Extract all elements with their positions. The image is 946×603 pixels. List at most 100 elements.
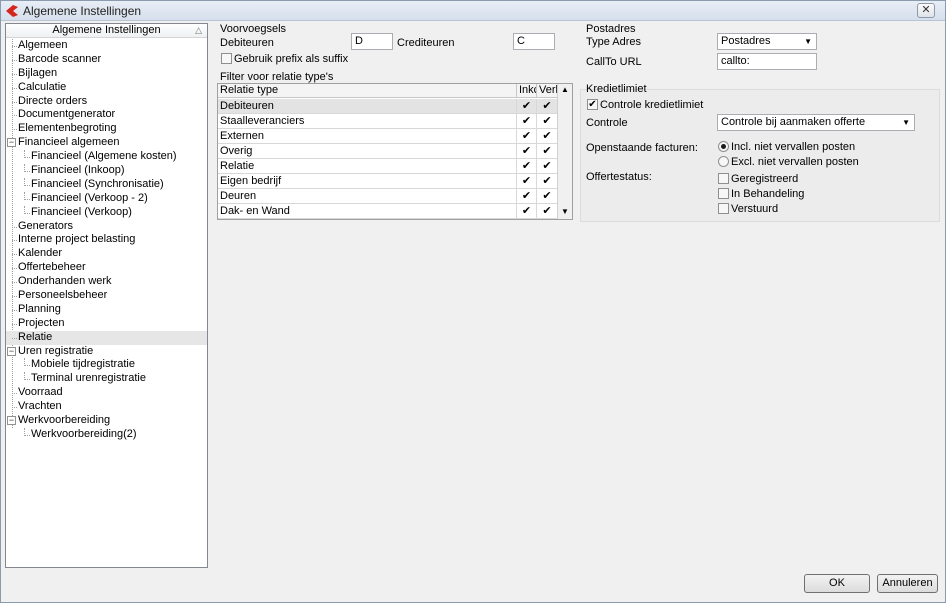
- type-adres-select[interactable]: Postadres ▼: [717, 33, 817, 50]
- collapse-icon[interactable]: −: [7, 346, 16, 356]
- status-in-behandeling-checkbox[interactable]: [718, 188, 729, 199]
- column-verkoop[interactable]: Verk: [537, 84, 558, 98]
- relatie-type-grid[interactable]: Relatie type Inkc Verk Debiteuren✔✔Staal…: [217, 83, 573, 220]
- tree-connector: [12, 129, 17, 131]
- tree-connector: [12, 393, 17, 395]
- offertestatus-label: Offertestatus:: [586, 171, 652, 183]
- tree-item[interactable]: Offertebeheer: [6, 261, 207, 275]
- tree-item[interactable]: Onderhanden werk: [6, 275, 207, 289]
- verkoop-check-icon[interactable]: ✔: [537, 99, 558, 114]
- controle-value: Controle bij aanmaken offerte: [721, 116, 866, 128]
- inkoop-check-icon[interactable]: ✔: [517, 204, 537, 219]
- tree-item[interactable]: Planning: [6, 303, 207, 317]
- verkoop-check-icon[interactable]: ✔: [537, 129, 558, 144]
- tree-item[interactable]: Projecten: [6, 317, 207, 331]
- tree-item-label: Financieel algemeen: [18, 136, 120, 149]
- verkoop-check-icon[interactable]: ✔: [537, 189, 558, 204]
- tree-item[interactable]: Financieel (Verkoop - 2): [6, 191, 207, 206]
- callto-url-input[interactable]: callto:: [717, 53, 817, 70]
- inkoop-check-icon[interactable]: ✔: [517, 129, 537, 144]
- table-row[interactable]: Deuren ✔ ✔: [218, 189, 558, 204]
- radio-incl-niet-vervallen[interactable]: [718, 141, 729, 152]
- verkoop-check-icon[interactable]: ✔: [537, 174, 558, 189]
- close-button[interactable]: ✕: [917, 3, 935, 18]
- inkoop-check-icon[interactable]: ✔: [517, 99, 537, 114]
- tree-connector: [12, 46, 17, 47]
- crediteuren-label: Crediteuren: [397, 37, 455, 49]
- table-row[interactable]: Staalleveranciers ✔ ✔: [218, 114, 558, 129]
- tree-item[interactable]: Directe orders: [6, 95, 207, 109]
- tree-item[interactable]: Kalender: [6, 247, 207, 261]
- tree-item[interactable]: Financieel (Algemene kosten): [6, 150, 207, 164]
- tree-item[interactable]: Calculatie: [6, 81, 207, 95]
- ok-button[interactable]: OK: [804, 574, 870, 593]
- suffix-checkbox[interactable]: [221, 53, 232, 64]
- table-row[interactable]: Debiteuren ✔ ✔: [218, 99, 558, 114]
- scroll-up-icon[interactable]: ▲: [558, 84, 572, 97]
- tree-item[interactable]: Barcode scanner: [6, 53, 207, 67]
- tree-connector: [24, 427, 25, 436]
- radio-excl-niet-vervallen[interactable]: [718, 156, 729, 167]
- debiteuren-prefix-input[interactable]: D: [351, 33, 393, 50]
- tree-item[interactable]: Bijlagen: [6, 67, 207, 81]
- verkoop-check-icon[interactable]: ✔: [537, 114, 558, 129]
- grid-scrollbar[interactable]: ▲ ▼: [557, 84, 572, 219]
- verkoop-check-icon[interactable]: ✔: [537, 144, 558, 159]
- tree-item[interactable]: − Financieel algemeen: [6, 136, 207, 150]
- filter-group-title: Filter voor relatie type's: [220, 71, 334, 83]
- collapse-icon[interactable]: −: [7, 416, 16, 426]
- inkoop-check-icon[interactable]: ✔: [517, 159, 537, 174]
- tree-item[interactable]: Financieel (Verkoop): [6, 205, 207, 220]
- tree-item[interactable]: Elementenbegroting: [6, 122, 207, 136]
- tree-item[interactable]: Vrachten: [6, 400, 207, 414]
- crediteuren-prefix-input[interactable]: C: [513, 33, 555, 50]
- tree-header[interactable]: Algemene Instellingen △: [6, 24, 207, 38]
- tree-item[interactable]: Algemeen: [6, 39, 207, 53]
- cancel-button[interactable]: Annuleren: [877, 574, 938, 593]
- inkoop-check-icon[interactable]: ✔: [517, 174, 537, 189]
- table-row[interactable]: Relatie ✔ ✔: [218, 159, 558, 174]
- controle-kredietlimiet-checkbox[interactable]: ✔: [587, 99, 598, 110]
- inkoop-check-icon[interactable]: ✔: [517, 144, 537, 159]
- tree-item[interactable]: Documentgenerator: [6, 108, 207, 122]
- status-in-behandeling-label: In Behandeling: [731, 188, 805, 200]
- tree-item[interactable]: Terminal urenregistratie: [6, 372, 207, 386]
- tree-item[interactable]: Mobiele tijdregistratie: [6, 358, 207, 372]
- tree-connector: [12, 59, 17, 61]
- settings-tree[interactable]: Algemene Instellingen △ Algemeen Barcode …: [5, 23, 208, 568]
- controle-select[interactable]: Controle bij aanmaken offerte ▼: [717, 114, 915, 131]
- scroll-down-icon[interactable]: ▼: [558, 206, 572, 219]
- tree-connector: [24, 372, 25, 381]
- table-row[interactable]: Eigen bedrijf ✔ ✔: [218, 174, 558, 189]
- suffix-label: Gebruik prefix als suffix: [234, 53, 349, 65]
- tree-item[interactable]: Interne project belasting: [6, 233, 207, 247]
- tree-item[interactable]: − Werkvoorbereiding: [6, 414, 207, 428]
- tree-item[interactable]: Voorraad: [6, 386, 207, 400]
- tree-item[interactable]: − Uren registratie: [6, 345, 207, 359]
- table-row[interactable]: Externen ✔ ✔: [218, 129, 558, 144]
- tree-connector: [12, 323, 17, 325]
- table-row[interactable]: Overig ✔ ✔: [218, 144, 558, 159]
- tree-item[interactable]: Financieel (Inkoop): [6, 164, 207, 178]
- inkoop-check-icon[interactable]: ✔: [517, 189, 537, 204]
- tree-item[interactable]: Werkvoorbereiding(2): [6, 427, 207, 442]
- tree-connector: [12, 73, 17, 75]
- collapse-icon[interactable]: −: [7, 138, 16, 148]
- radio-excl-label: Excl. niet vervallen posten: [731, 156, 859, 168]
- tree-item[interactable]: Relatie: [6, 330, 207, 345]
- tree-connector: [12, 226, 17, 228]
- tree-item-label: Mobiele tijdregistratie: [31, 358, 135, 371]
- tree-item-label: Financieel (Algemene kosten): [31, 150, 177, 163]
- tree-item[interactable]: Financieel (Synchronisatie): [6, 177, 207, 192]
- column-inkoop[interactable]: Inkc: [517, 84, 537, 98]
- status-geregistreerd-checkbox[interactable]: [718, 173, 729, 184]
- verkoop-check-icon[interactable]: ✔: [537, 159, 558, 174]
- tree-item[interactable]: Personeelsbeheer: [6, 289, 207, 303]
- verkoop-check-icon[interactable]: ✔: [537, 204, 558, 219]
- status-verstuurd-checkbox[interactable]: [718, 203, 729, 214]
- inkoop-check-icon[interactable]: ✔: [517, 114, 537, 129]
- tree-item[interactable]: Generators: [6, 220, 207, 234]
- column-relatie-type[interactable]: Relatie type: [218, 84, 517, 98]
- table-row[interactable]: Dak- en Wand ✔ ✔: [218, 204, 558, 219]
- tree-connector: [24, 205, 25, 214]
